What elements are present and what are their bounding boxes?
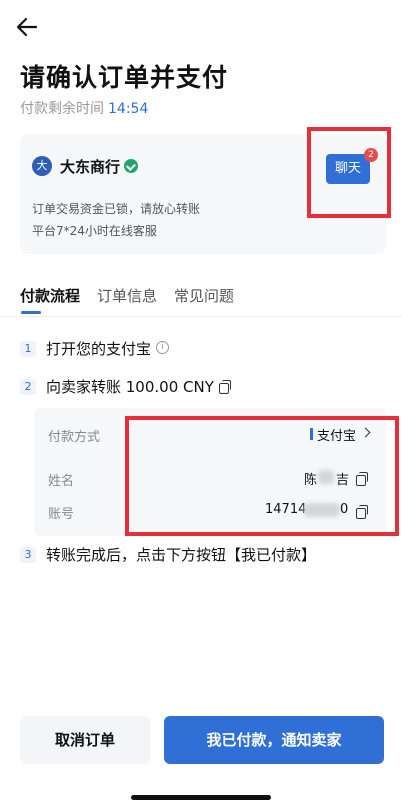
merchant-name[interactable]: 大东商行 bbox=[60, 156, 120, 177]
cancel-order-button[interactable]: 取消订单 bbox=[20, 716, 150, 764]
tab-order-info[interactable]: 订单信息 bbox=[97, 285, 157, 306]
support-notice: 平台7*24小时在线客服 bbox=[32, 224, 157, 238]
highlight-box-payment bbox=[125, 416, 399, 536]
arrow-left-icon[interactable] bbox=[14, 14, 40, 40]
tabs-divider bbox=[0, 316, 402, 317]
timer-label: 付款剩余时间 bbox=[20, 101, 104, 117]
step-number: 2 bbox=[20, 379, 36, 395]
highlight-box-chat bbox=[307, 127, 391, 218]
tab-payment-flow[interactable]: 付款流程 bbox=[20, 285, 80, 306]
active-tab-indicator bbox=[21, 311, 41, 314]
step-number: 1 bbox=[20, 341, 36, 357]
step-3-text: 转账完成后，点击下方按钮【我已付款】 bbox=[46, 546, 317, 564]
payment-timer: 付款剩余时间 14:54 bbox=[20, 98, 148, 118]
step-2-text: 向卖家转账 100.00 CNY bbox=[46, 378, 214, 396]
escrow-notice: 订单交易资金已锁，请放心转账 bbox=[32, 202, 201, 216]
step-1-text: 打开您的支付宝 bbox=[46, 340, 152, 358]
copy-amount-icon[interactable] bbox=[219, 380, 231, 394]
merchant-avatar: 大 bbox=[32, 156, 52, 176]
tab-faq[interactable]: 常见问题 bbox=[174, 285, 234, 306]
step-number: 3 bbox=[20, 547, 36, 563]
page-title: 请确认订单并支付 bbox=[20, 63, 229, 92]
verified-badge-icon bbox=[124, 159, 138, 173]
account-label: 账号 bbox=[48, 507, 75, 522]
method-label: 付款方式 bbox=[48, 430, 101, 445]
name-label: 姓名 bbox=[48, 474, 75, 489]
notify-seller-button[interactable]: 我已付款，通知卖家 bbox=[164, 716, 384, 764]
timer-value: 14:54 bbox=[108, 101, 149, 117]
home-indicator bbox=[131, 795, 271, 800]
info-icon[interactable]: i bbox=[156, 341, 169, 354]
